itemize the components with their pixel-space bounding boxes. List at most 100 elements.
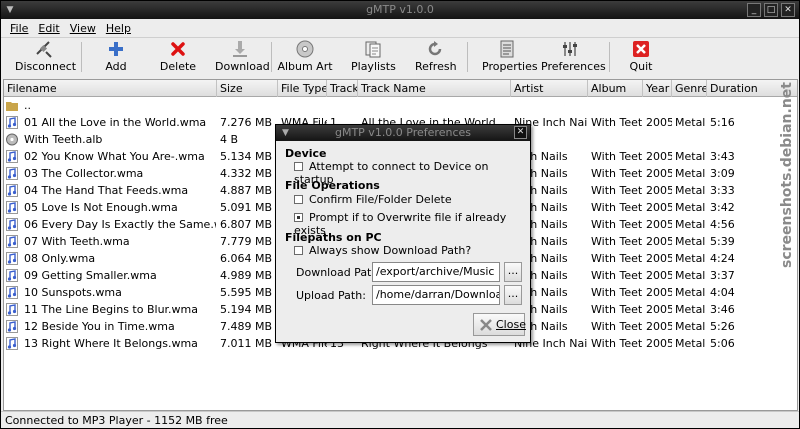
upload-path-browse-button[interactable]: ... [504, 285, 522, 305]
menu-file[interactable]: File [5, 19, 33, 38]
always-show-download-path-checkbox[interactable]: Always show Download Path? [294, 244, 471, 257]
col-filename[interactable]: Filename [4, 80, 217, 97]
window-menu-icon[interactable]: ▼ [5, 5, 15, 15]
dialog-title-bar[interactable]: ▼ gMTP v1.0.0 Preferences ✕ [276, 125, 530, 141]
cell-filename: 06 Every Day Is Exactly the Same.wma [24, 218, 216, 231]
cell-album: With Teeth [591, 286, 643, 299]
audio-file-icon [6, 201, 18, 214]
audio-file-icon [6, 235, 18, 248]
toolbar: Disconnect Add Delete Download Album Art… [1, 38, 799, 78]
album-art-label: Album Art [277, 60, 333, 73]
cell-genre: Metal [675, 184, 706, 197]
maximize-icon[interactable]: □ [764, 3, 778, 17]
confirm-delete-checkbox[interactable]: Confirm File/Folder Delete [294, 193, 452, 206]
close-button-label: Close [496, 318, 526, 331]
col-album[interactable]: Album [588, 80, 643, 97]
cell-album: With Teeth [591, 320, 643, 333]
delete-label: Delete [159, 60, 197, 73]
audio-file-icon [6, 167, 18, 180]
col-file-type[interactable]: File Type [278, 80, 327, 97]
add-icon [109, 42, 123, 56]
col-genre[interactable]: Genre [672, 80, 707, 97]
cell-album: With Teeth [591, 303, 643, 316]
cell-size: 7.489 MB [220, 320, 273, 333]
table-row[interactable]: .. [4, 97, 797, 114]
menu-help[interactable]: Help [101, 19, 136, 38]
col-artist[interactable]: Artist [511, 80, 588, 97]
dialog-menu-icon[interactable]: ▼ [282, 125, 289, 141]
col-year[interactable]: Year [643, 80, 672, 97]
playlists-button[interactable]: Playlists [351, 40, 396, 76]
quit-button[interactable]: Quit [627, 40, 655, 76]
preferences-button[interactable]: Preferences [541, 40, 606, 76]
watermark-text: screenshots.debian.net [779, 82, 795, 268]
download-button[interactable]: Download [215, 40, 270, 76]
minimize-icon[interactable]: _ [747, 3, 761, 17]
audio-file-icon [6, 320, 18, 333]
cell-duration: 3:33 [710, 184, 735, 197]
cell-size: 5.595 MB [220, 286, 273, 299]
col-size[interactable]: Size [217, 80, 278, 97]
download-path-field[interactable]: /export/archive/Music [372, 262, 500, 282]
cell-filename: 13 Right Where It Belongs.wma [24, 337, 198, 350]
album-art-button[interactable]: Album Art [275, 40, 335, 76]
delete-button[interactable]: Delete [159, 40, 197, 76]
toolbar-separator [467, 42, 468, 72]
cell-genre: Metal [675, 303, 706, 316]
close-icon[interactable]: ✕ [781, 3, 795, 17]
audio-file-icon [6, 337, 18, 350]
playlists-label: Playlists [351, 60, 396, 73]
checkbox-box[interactable] [294, 213, 303, 222]
audio-file-icon [6, 303, 18, 316]
cell-album: With Teeth [591, 116, 643, 129]
cell-album: With Teeth [591, 150, 643, 163]
cell-size: 7.276 MB [220, 116, 273, 129]
add-button[interactable]: Add [99, 40, 133, 76]
cell-duration: 5:26 [710, 320, 735, 333]
disconnect-button[interactable]: Disconnect [15, 40, 76, 76]
cell-filename: 10 Sunspots.wma [24, 286, 122, 299]
cell-filename: 03 The Collector.wma [24, 167, 144, 180]
download-path-browse-button[interactable]: ... [504, 262, 522, 282]
checkbox-box[interactable] [294, 162, 303, 171]
add-label: Add [105, 60, 127, 73]
menu-edit[interactable]: Edit [33, 19, 64, 38]
cell-filename: 08 Only.wma [24, 252, 96, 265]
always-show-label: Always show Download Path? [309, 244, 472, 257]
cell-year: 2005 [646, 150, 672, 163]
refresh-button[interactable]: Refresh [415, 40, 457, 76]
dialog-close-icon[interactable]: ✕ [514, 126, 527, 139]
col-track[interactable]: Track [327, 80, 358, 97]
cell-album: With Teeth [591, 167, 643, 180]
cell-genre [675, 131, 707, 148]
cell-duration: 4:24 [710, 252, 735, 265]
cell-year: 2005 [646, 184, 672, 197]
cell-duration: 3:09 [710, 167, 735, 180]
toolbar-separator [609, 42, 610, 72]
title-bar[interactable]: ▼ gMTP v1.0.0 _ □ ✕ [1, 1, 799, 19]
menu-view[interactable]: View [65, 19, 101, 38]
cell-genre [675, 97, 707, 114]
cell-size: 5.194 MB [220, 303, 273, 316]
preferences-label: Preferences [541, 60, 606, 73]
refresh-label: Refresh [415, 60, 457, 73]
cell-artist [514, 97, 588, 114]
cell-year: 2005 [646, 218, 672, 231]
col-track-name[interactable]: Track Name [358, 80, 511, 97]
properties-button[interactable]: Properties [482, 40, 538, 76]
close-button[interactable]: Close [473, 313, 526, 336]
checkbox-box[interactable] [294, 195, 303, 204]
cell-year [646, 97, 672, 114]
cell-filename: 12 Beside You in Time.wma [24, 320, 175, 333]
toolbar-separator [81, 42, 82, 72]
cell-size: 6.064 MB [220, 252, 273, 265]
audio-file-icon [6, 286, 18, 299]
cell-genre: Metal [675, 201, 706, 214]
preferences-dialog: ▼ gMTP v1.0.0 Preferences ✕ Device Attem… [275, 124, 531, 343]
cell-genre: Metal [675, 252, 706, 265]
upload-path-field[interactable]: /home/darran/Downloads [372, 285, 500, 305]
cell-year: 2005 [646, 252, 672, 265]
checkbox-box[interactable] [294, 246, 303, 255]
cell-genre: Metal [675, 150, 706, 163]
cell-year: 2005 [646, 201, 672, 214]
